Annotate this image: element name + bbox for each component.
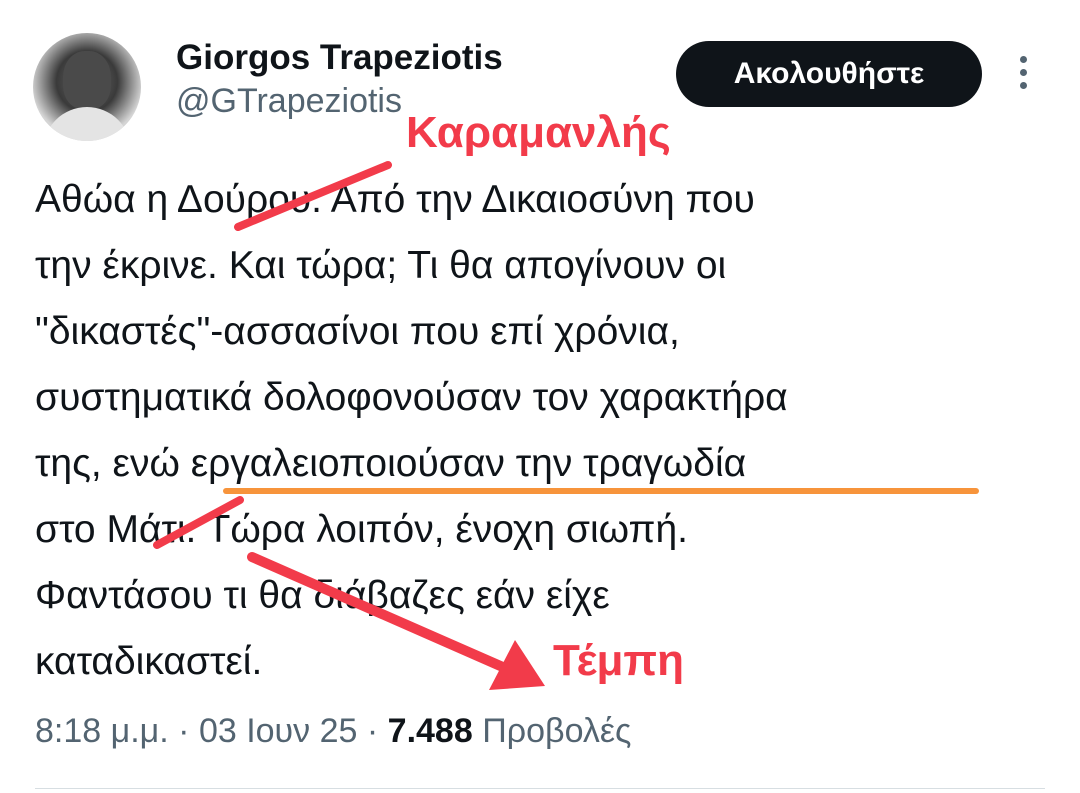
annotation-label-karamanlis: Καραμανλής [406,108,671,157]
tweet-line: Φαντάσου τι θα διάβαζες εάν είχε [35,574,610,617]
divider [35,788,1045,789]
author-handle[interactable]: @GTrapeziotis [176,82,402,121]
views-count: 7.488 [387,712,473,750]
tweet-line: καταδικαστεί. [35,640,263,683]
meta-separator: · [178,712,190,750]
tweet-meta: 8:18 μ.μ. · 03 Ιουν 25 · 7.488 Προβολές [35,712,631,751]
vertical-ellipsis-icon[interactable] [1016,56,1030,96]
author-display-name[interactable]: Giorgos Trapeziotis [176,38,503,78]
tweet-line: την έκρινε. Και τώρα; Τι θα απογίνουν οι [35,244,727,287]
avatar-face [63,51,111,109]
meta-separator: · [366,712,379,750]
tweet-line: Αθώα η Δούρου. Από την Δικαιοσύνη που [35,178,755,221]
tweet-line: "δικαστές"-ασσασίνοι που επί χρόνια, [35,310,680,353]
tweet-time[interactable]: 8:18 μ.μ. [35,712,169,750]
annotation-label-tempi: Τέμπη [553,636,684,685]
tweet-text: Αθώα η Δούρου. Από την Δικαιοσύνη που τη… [35,167,1035,695]
views-label: Προβολές [482,712,632,750]
avatar[interactable] [33,33,141,141]
tweet-line: συστηματικά δολοφονούσαν τον χαρακτήρα [35,376,788,419]
avatar-shoulders [43,107,131,141]
tweet-line: στο Μάτι. Τώρα λοιπόν, ένοχη σιωπή. [35,508,688,551]
follow-button[interactable]: Ακολουθήστε [676,41,982,107]
tweet-date[interactable]: 03 Ιουν 25 [199,712,357,750]
tweet-line: της, ενώ εργαλειοποιούσαν την τραγωδία [35,442,747,485]
